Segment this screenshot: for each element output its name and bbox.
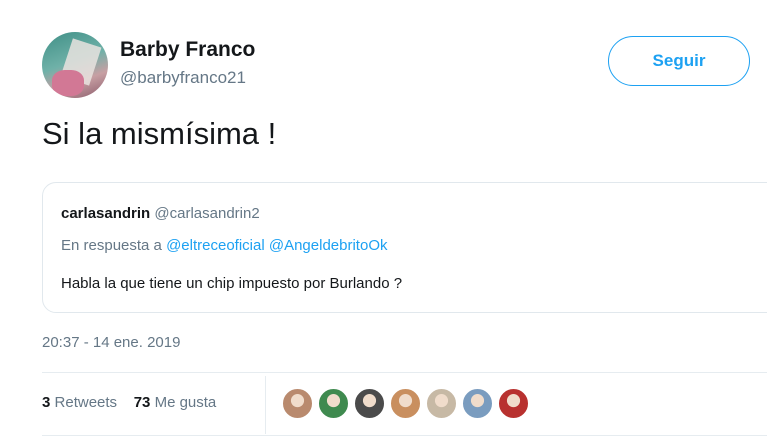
retweets-label[interactable]: Retweets (55, 394, 118, 411)
follow-button[interactable]: Seguir (608, 36, 750, 86)
author-handle[interactable]: @barbyfranco21 (120, 68, 246, 88)
tweet-timestamp[interactable]: 20:37 - 14 ene. 2019 (42, 334, 180, 351)
stats-divider (265, 376, 266, 434)
liker-avatar[interactable] (390, 388, 421, 419)
reply-mention-eltrece[interactable]: @eltreceoficial (166, 237, 265, 254)
liker-avatar[interactable] (318, 388, 349, 419)
author-name[interactable]: Barby Franco (120, 38, 255, 62)
tweet-stats: 3 Retweets 73 Me gusta (42, 394, 216, 411)
quoted-author-name[interactable]: carlasandrin (61, 205, 150, 222)
quoted-user: carlasandrin @carlasandrin2 (61, 205, 260, 222)
divider (42, 372, 767, 373)
liker-avatar[interactable] (462, 388, 493, 419)
liker-avatars (282, 388, 529, 419)
quoted-tweet-text: Habla la que tiene un chip impuesto por … (61, 275, 403, 292)
quoted-reply-context: En respuesta a @eltreceoficial @Angeldeb… (61, 237, 387, 254)
quoted-author-handle[interactable]: @carlasandrin2 (154, 205, 259, 222)
divider (42, 435, 767, 436)
liker-avatar[interactable] (354, 388, 385, 419)
reply-prefix: En respuesta a (61, 237, 162, 254)
liker-avatar[interactable] (282, 388, 313, 419)
likes-count[interactable]: 73 (134, 394, 151, 411)
quoted-tweet[interactable]: carlasandrin @carlasandrin2 En respuesta… (42, 182, 767, 313)
liker-avatar[interactable] (426, 388, 457, 419)
avatar-image-detail (52, 70, 84, 96)
likes-label[interactable]: Me gusta (155, 394, 217, 411)
tweet-text: Si la mismísima ! (42, 116, 277, 151)
reply-mention-angeldebrito[interactable]: @AngeldebritoOk (269, 237, 388, 254)
liker-avatar[interactable] (498, 388, 529, 419)
retweets-count[interactable]: 3 (42, 394, 50, 411)
author-avatar[interactable] (42, 32, 108, 98)
